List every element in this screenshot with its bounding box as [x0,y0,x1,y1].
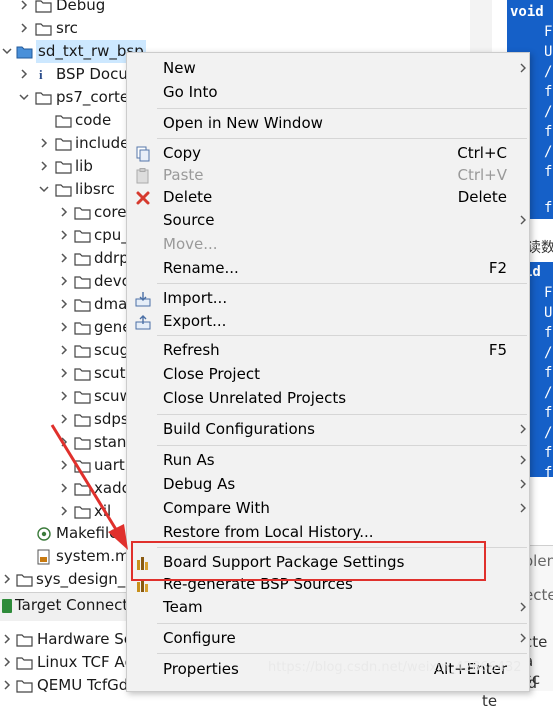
watermark: https://blog.csdn.net/weixin_42866432 [268,660,522,675]
annotation-arrow [50,424,128,550]
